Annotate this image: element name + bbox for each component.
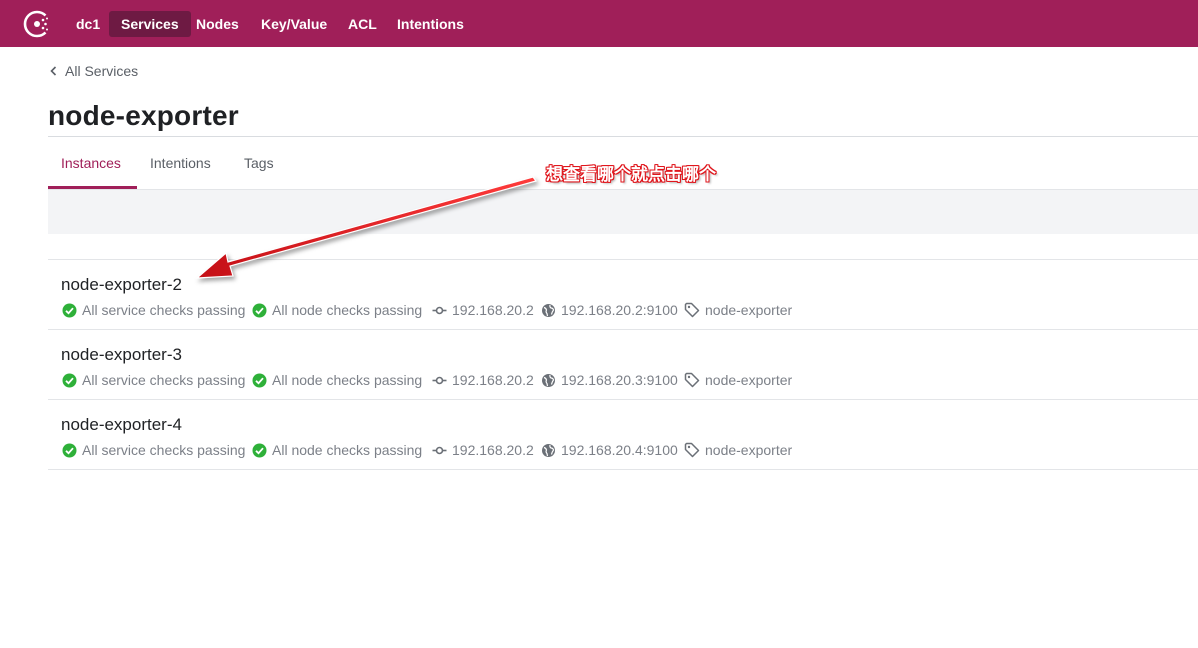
tab-tags[interactable]: Tags [244,155,274,171]
tab-intentions[interactable]: Intentions [150,155,211,171]
node-checks-label: All node checks passing [272,372,423,388]
node-checks-status: All node checks passing [252,371,422,389]
node-checks-status: All node checks passing [252,301,422,319]
service-checks-label: All service checks passing [82,442,246,458]
tag-icon [684,442,700,458]
tag-label: node-exporter [705,372,793,388]
check-circle-icon [252,303,267,317]
check-circle-icon [62,373,77,387]
divider [48,136,1198,137]
service-tag: node-exporter [684,441,792,459]
node-address-value: 192.168.20.2 [452,302,534,318]
check-circle-icon [62,443,77,457]
annotation-text: 想查看哪个就点击哪个 [546,165,716,185]
node-address-value: 192.168.20.2 [452,442,534,458]
service-address: 192.168.20.4:9100 [541,441,678,459]
service-tag: node-exporter [684,371,792,389]
tag-icon [684,302,700,318]
service-tag: node-exporter [684,301,792,319]
service-checks-status: All service checks passing [62,371,245,389]
service-address: 192.168.20.2:9100 [541,301,678,319]
commit-node-icon [432,376,447,384]
node-address: 192.168.20.2 [432,301,534,319]
instance-name[interactable]: node-exporter-2 [61,275,182,295]
node-checks-status: All node checks passing [252,441,422,459]
check-circle-icon [252,373,267,387]
service-checks-status: All service checks passing [62,441,245,459]
tag-icon [684,372,700,388]
instance-row[interactable]: node-exporter-2 All service checks passi… [48,260,1198,330]
top-navigation: dc1 Services Nodes Key/Value ACL Intenti… [0,0,1198,47]
instance-row[interactable]: node-exporter-3 All service checks passi… [48,330,1198,400]
nav-item-key-value[interactable]: Key/Value [249,11,339,37]
instance-name[interactable]: node-exporter-3 [61,345,182,365]
instance-row[interactable]: node-exporter-4 All service checks passi… [48,400,1198,470]
commit-node-icon [432,306,447,314]
check-circle-icon [62,303,77,317]
service-address-value: 192.168.20.2:9100 [561,302,678,318]
node-checks-label: All node checks passing [272,442,423,458]
consul-logo-icon[interactable] [23,10,51,38]
nav-item-acl[interactable]: ACL [336,11,389,37]
breadcrumb-all-services[interactable]: All Services [65,63,138,79]
node-address: 192.168.20.2 [432,371,534,389]
nav-item-intentions[interactable]: Intentions [385,11,476,37]
nav-item-nodes[interactable]: Nodes [184,11,251,37]
service-checks-label: All service checks passing [82,372,246,388]
filter-bar [48,190,1198,234]
service-checks-label: All service checks passing [82,302,246,318]
globe-icon [542,443,555,457]
instance-name[interactable]: node-exporter-4 [61,415,182,435]
node-address-value: 192.168.20.2 [452,372,534,388]
tag-label: node-exporter [705,442,793,458]
tag-label: node-exporter [705,302,793,318]
node-address: 192.168.20.2 [432,441,534,459]
service-address-value: 192.168.20.4:9100 [561,442,678,458]
nav-item-services[interactable]: Services [109,11,191,37]
breadcrumb[interactable]: All Services [50,62,138,80]
service-checks-status: All service checks passing [62,301,245,319]
tab-instances[interactable]: Instances [61,155,121,171]
service-address: 192.168.20.3:9100 [541,371,678,389]
chevron-left-icon [50,66,57,76]
globe-icon [542,373,555,387]
service-address-value: 192.168.20.3:9100 [561,372,678,388]
check-circle-icon [252,443,267,457]
datacenter-selector[interactable]: dc1 [64,11,112,37]
node-checks-label: All node checks passing [272,302,423,318]
page-title: node-exporter [48,100,239,131]
globe-icon [542,303,555,317]
commit-node-icon [432,446,447,454]
